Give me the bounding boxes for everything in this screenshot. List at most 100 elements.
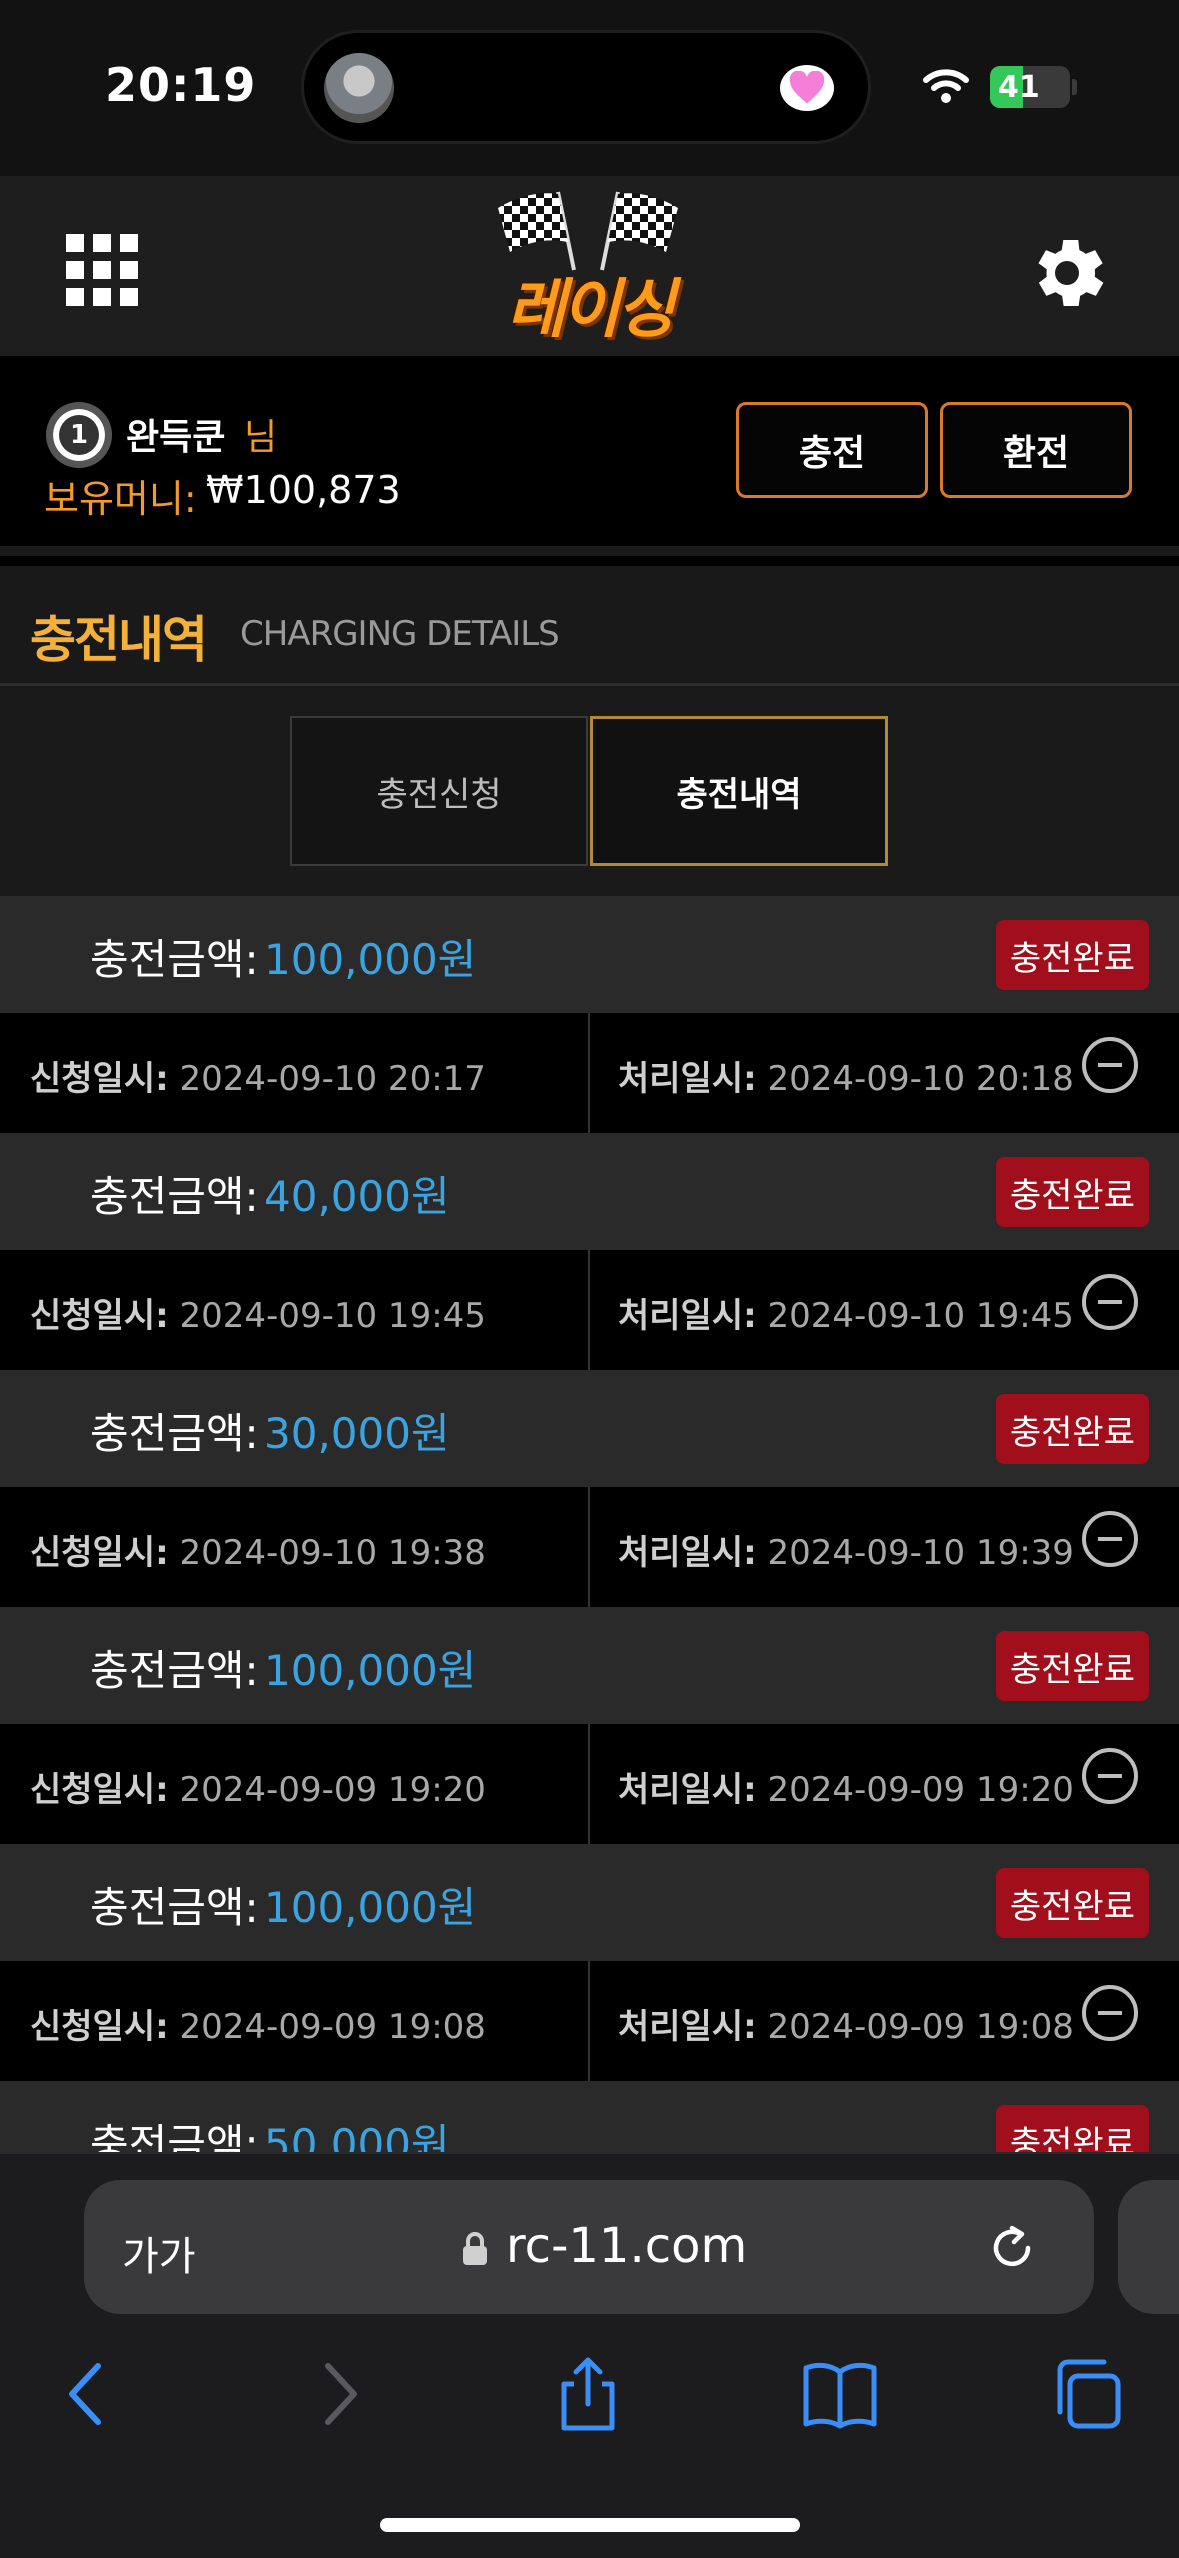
process-label: 처리일시: bbox=[618, 1770, 757, 1810]
charge-entry: 충전금액: 100,000원 충전완료 신청일시: 2024-09-09 19:… bbox=[0, 1844, 1179, 2081]
charge-entry: 충전금액: 50,000원 충전완료 bbox=[0, 2081, 1179, 2152]
collapse-minus-icon[interactable] bbox=[1082, 1748, 1138, 1804]
process-label: 처리일시: bbox=[618, 1533, 757, 1573]
column-divider bbox=[588, 1724, 590, 1844]
request-label: 신청일시: bbox=[30, 1533, 169, 1573]
amount-label: 충전금액: bbox=[90, 1883, 259, 1932]
request-time-value: 2024-09-10 19:45 bbox=[179, 1296, 486, 1336]
settings-gear-icon[interactable] bbox=[1022, 228, 1112, 318]
collapse-minus-icon[interactable] bbox=[1082, 1037, 1138, 1093]
request-time-value: 2024-09-10 19:38 bbox=[179, 1533, 486, 1573]
page-title: 충전내역 bbox=[30, 611, 208, 669]
amount-value: 50,000원 bbox=[264, 2120, 450, 2152]
process-label: 처리일시: bbox=[618, 1059, 757, 1099]
next-tab-preview[interactable] bbox=[1118, 2180, 1179, 2314]
charge-entry: 충전금액: 30,000원 충전완료 신청일시: 2024-09-10 19:3… bbox=[0, 1370, 1179, 1607]
status-bar: 20:19 41 bbox=[0, 0, 1179, 176]
request-time: 신청일시: 2024-09-10 20:17 bbox=[30, 1051, 486, 1100]
request-time: 신청일시: 2024-09-09 19:08 bbox=[30, 1999, 486, 2048]
entry-detail-row: 신청일시: 2024-09-10 20:17 처리일시: 2024-09-10 … bbox=[0, 1013, 1179, 1133]
forward-icon[interactable] bbox=[300, 2354, 380, 2434]
collapse-minus-icon[interactable] bbox=[1082, 1511, 1138, 1567]
logo-text: 레이싱 bbox=[506, 273, 676, 347]
entry-summary-row: 충전금액: 30,000원 충전완료 bbox=[0, 1370, 1179, 1487]
process-time: 처리일시: 2024-09-09 19:08 bbox=[618, 1999, 1074, 2048]
amount-label: 충전금액: bbox=[90, 1409, 259, 1458]
request-time-value: 2024-09-09 19:08 bbox=[179, 2007, 486, 2047]
process-time: 처리일시: 2024-09-09 19:20 bbox=[618, 1762, 1074, 1811]
tab-charge-history[interactable]: 충전내역 bbox=[590, 716, 888, 866]
status-badge: 충전완료 bbox=[995, 2105, 1149, 2152]
address-bar[interactable]: 가가 rc-11.com bbox=[84, 2180, 1094, 2314]
request-time-value: 2024-09-10 20:17 bbox=[179, 1059, 486, 1099]
column-divider bbox=[588, 1013, 590, 1133]
amount-label: 충전금액: bbox=[90, 1646, 259, 1695]
request-label: 신청일시: bbox=[30, 1296, 169, 1336]
url-text[interactable]: rc-11.com bbox=[506, 2218, 747, 2274]
process-time-value: 2024-09-10 19:45 bbox=[767, 1296, 1074, 1336]
clock: 20:19 bbox=[105, 58, 257, 112]
level-number: 1 bbox=[59, 415, 99, 455]
process-label: 처리일시: bbox=[618, 1296, 757, 1336]
charge-entry: 충전금액: 100,000원 충전완료 신청일시: 2024-09-10 20:… bbox=[0, 896, 1179, 1133]
collapse-minus-icon[interactable] bbox=[1082, 1274, 1138, 1330]
charge-entry: 충전금액: 40,000원 충전완료 신청일시: 2024-09-10 19:4… bbox=[0, 1133, 1179, 1370]
exchange-button[interactable]: 환전 bbox=[940, 402, 1132, 498]
page-subtitle: CHARGING DETAILS bbox=[240, 614, 560, 654]
amount-value: 40,000원 bbox=[264, 1172, 450, 1221]
section-header: 충전내역 CHARGING DETAILS bbox=[0, 566, 1179, 686]
entry-detail-row: 신청일시: 2024-09-09 19:08 처리일시: 2024-09-09 … bbox=[0, 1961, 1179, 2081]
request-label: 신청일시: bbox=[30, 1770, 169, 1810]
share-icon[interactable] bbox=[548, 2354, 628, 2434]
wifi-icon bbox=[923, 69, 969, 103]
reload-icon[interactable] bbox=[984, 2220, 1040, 2276]
user-info-bar: 1 완득쿤 님 보유머니: ₩100,873 충전 환전 bbox=[0, 356, 1179, 556]
battery-icon: 41 bbox=[990, 66, 1070, 108]
charge-button[interactable]: 충전 bbox=[736, 402, 928, 498]
home-indicator bbox=[380, 2518, 800, 2532]
amount-label: 충전금액: bbox=[90, 935, 259, 984]
top-navigation: 레이싱 bbox=[0, 176, 1179, 356]
process-time-value: 2024-09-10 19:39 bbox=[767, 1533, 1074, 1573]
request-label: 신청일시: bbox=[30, 2007, 169, 2047]
collapse-minus-icon[interactable] bbox=[1082, 1985, 1138, 2041]
request-time: 신청일시: 2024-09-09 19:20 bbox=[30, 1762, 486, 1811]
status-badge: 충전완료 bbox=[995, 1631, 1149, 1701]
bookmarks-icon[interactable] bbox=[800, 2354, 880, 2434]
column-divider bbox=[588, 1250, 590, 1370]
charge-history-list: 충전금액: 100,000원 충전완료 신청일시: 2024-09-10 20:… bbox=[0, 896, 1179, 2152]
back-icon[interactable] bbox=[46, 2354, 126, 2434]
entry-detail-row: 신청일시: 2024-09-10 19:45 처리일시: 2024-09-10 … bbox=[0, 1250, 1179, 1370]
process-label: 처리일시: bbox=[618, 2007, 757, 2047]
status-badge: 충전완료 bbox=[995, 920, 1149, 990]
dynamic-island[interactable] bbox=[301, 30, 871, 144]
tab-charge-request[interactable]: 충전신청 bbox=[290, 716, 588, 866]
entry-summary-row: 충전금액: 40,000원 충전완료 bbox=[0, 1133, 1179, 1250]
amount-value: 30,000원 bbox=[264, 1409, 450, 1458]
menu-grid-icon[interactable] bbox=[66, 234, 138, 306]
status-badge: 충전완료 bbox=[995, 1157, 1149, 1227]
battery-percent: 41 bbox=[998, 70, 1040, 105]
amount-label: 충전금액: bbox=[90, 1172, 259, 1221]
lock-icon bbox=[463, 2232, 487, 2265]
process-time-value: 2024-09-10 20:18 bbox=[767, 1059, 1074, 1099]
logo[interactable]: 레이싱 bbox=[478, 190, 700, 350]
status-badge: 충전완료 bbox=[995, 1868, 1149, 1938]
text-size-button[interactable]: 가가 bbox=[122, 2224, 196, 2282]
level-badge: 1 bbox=[46, 402, 112, 468]
column-divider bbox=[588, 1487, 590, 1607]
tabs-icon[interactable] bbox=[1046, 2354, 1126, 2434]
request-time: 신청일시: 2024-09-10 19:38 bbox=[30, 1525, 486, 1574]
battery-tip bbox=[1072, 79, 1077, 95]
entry-summary-row: 충전금액: 100,000원 충전완료 bbox=[0, 1607, 1179, 1724]
request-time: 신청일시: 2024-09-10 19:45 bbox=[30, 1288, 486, 1337]
heart-icon bbox=[780, 65, 834, 111]
browser-toolbar: 가가 rc-11.com bbox=[0, 2152, 1179, 2558]
avatar bbox=[324, 53, 394, 123]
amount-label: 충전금액: bbox=[90, 2120, 259, 2152]
entry-summary-row: 충전금액: 100,000원 충전완료 bbox=[0, 896, 1179, 1013]
process-time: 처리일시: 2024-09-10 19:45 bbox=[618, 1288, 1074, 1337]
process-time: 처리일시: 2024-09-10 19:39 bbox=[618, 1525, 1074, 1574]
money-label: 보유머니: bbox=[44, 477, 197, 521]
request-label: 신청일시: bbox=[30, 1059, 169, 1099]
